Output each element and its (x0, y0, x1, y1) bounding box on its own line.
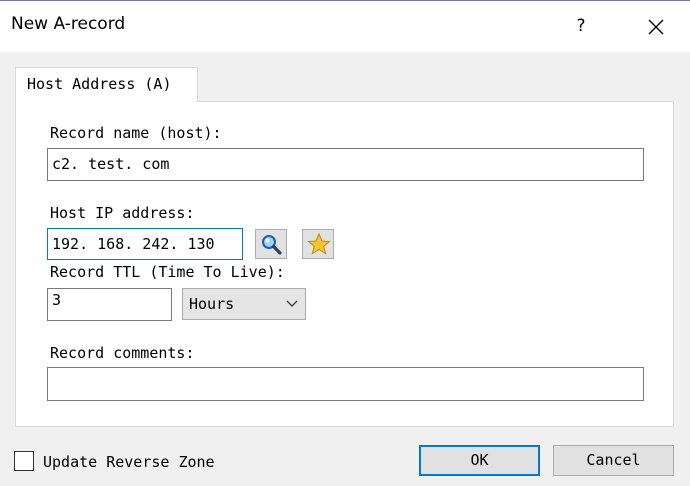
title-bar: New A-record ? (0, 0, 690, 52)
ok-button[interactable]: OK (419, 445, 540, 476)
help-button[interactable]: ? (568, 9, 594, 43)
tab-host-address[interactable]: Host Address (A) (15, 67, 198, 102)
chevron-down-icon (286, 300, 298, 307)
host-ip-label: Host IP address: (50, 204, 195, 222)
ttl-input[interactable]: 3 (47, 288, 172, 321)
close-icon (648, 19, 664, 35)
tab-label: Host Address (A) (27, 75, 172, 93)
magnifier-icon (262, 235, 282, 255)
update-reverse-zone-checkbox[interactable] (14, 451, 34, 471)
star-icon (307, 232, 331, 255)
ttl-unit-value: Hours (189, 295, 235, 313)
favorite-button[interactable] (302, 229, 334, 259)
window-title: New A-record (11, 14, 126, 34)
close-button[interactable] (640, 9, 672, 43)
ttl-unit-select[interactable]: Hours (182, 288, 306, 320)
cancel-button[interactable]: Cancel (553, 445, 674, 476)
comments-input[interactable] (47, 367, 644, 401)
update-reverse-zone-label[interactable]: Update Reverse Zone (43, 453, 215, 471)
ttl-label: Record TTL (Time To Live): (50, 263, 285, 281)
record-name-label: Record name (host): (50, 124, 222, 142)
record-name-input[interactable]: c2. test. com (47, 148, 644, 181)
host-ip-input[interactable]: 192. 168. 242. 130 (47, 228, 243, 260)
comments-label: Record comments: (50, 344, 195, 362)
browse-button[interactable] (255, 229, 287, 259)
